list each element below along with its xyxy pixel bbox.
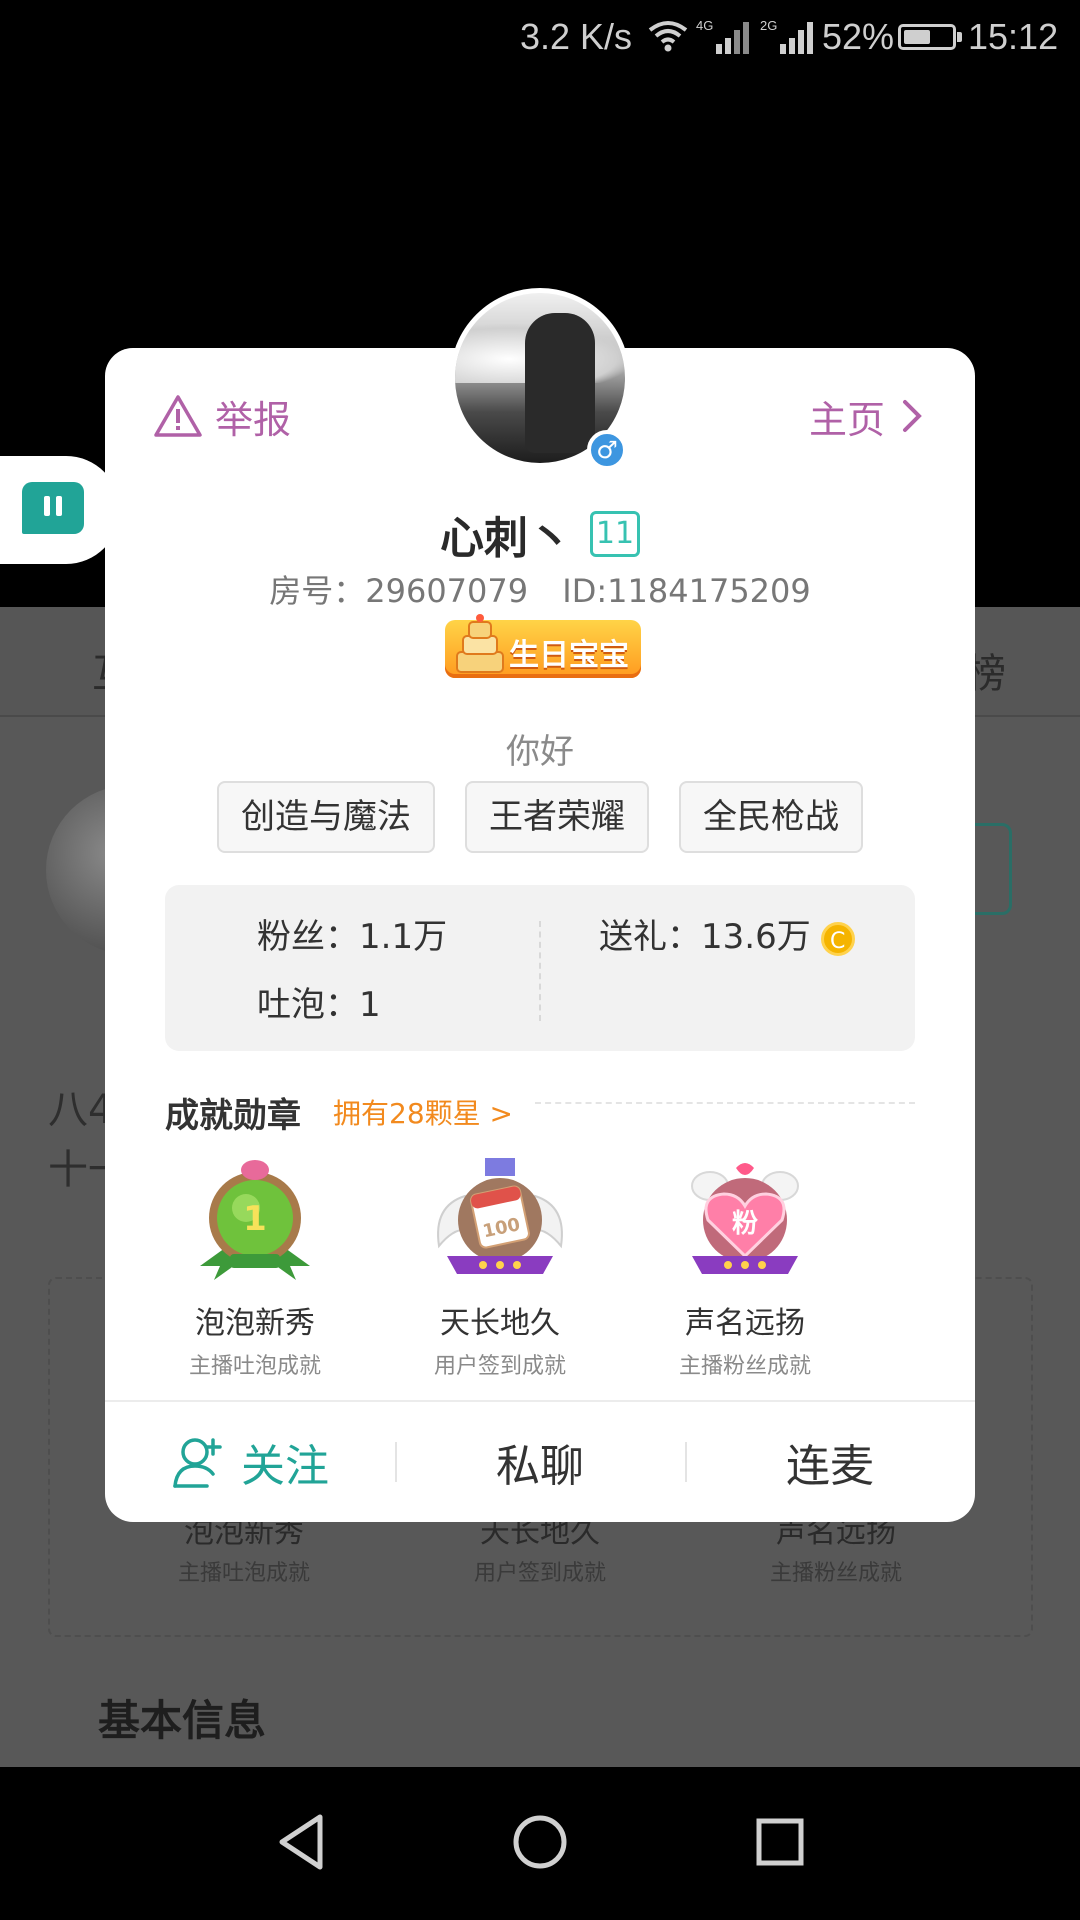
medal-title: 声名远扬	[685, 1306, 805, 1341]
background-medal-subtitle: 主播粉丝成就	[769, 1561, 902, 1586]
network-speed: 3.2 K/s	[520, 16, 633, 57]
svg-text:粉: 粉	[732, 1209, 758, 1239]
badge-text: 生日宝宝	[509, 638, 629, 673]
navigation-bar	[0, 1767, 1080, 1920]
signal-2g-icon: 2G	[760, 18, 813, 54]
achievement-medal[interactable]: 100 天长地久 用户签到成就	[380, 1156, 620, 1380]
user-name: 心刺丶	[440, 513, 572, 564]
medal-subtitle: 主播粉丝成就	[678, 1354, 811, 1379]
background-text: 八4	[48, 1087, 114, 1133]
private-message-button[interactable]: 私聊	[395, 1402, 685, 1522]
signal-4g-icon: 4G	[696, 18, 749, 54]
stats-panel: 粉丝：1.1万 吐泡：1 送礼：13.6万 C	[165, 885, 915, 1051]
achievements-title: 成就勋章	[165, 1096, 301, 1136]
stats-divider	[539, 921, 541, 1021]
wifi-icon	[648, 21, 688, 52]
medal-title: 泡泡新秀	[195, 1306, 315, 1341]
bubbles-count: 吐泡：1	[257, 985, 381, 1025]
homepage-button[interactable]: 主页	[809, 388, 927, 444]
medal-subtitle: 主播吐泡成就	[188, 1354, 321, 1379]
green-medal-icon: 1	[200, 1160, 310, 1280]
battery-percent: 52%	[822, 16, 895, 57]
medal-subtitle: 用户签到成就	[433, 1354, 566, 1379]
screen: 3.2 K/s 4G 2G 52% 15:12 互 榜	[0, 0, 1080, 1920]
user-id: ID:1184175209	[562, 572, 811, 610]
private-message-label: 私聊	[496, 1441, 584, 1492]
recents-icon[interactable]	[745, 1807, 815, 1877]
report-label: 举报	[215, 397, 292, 442]
status-bar: 3.2 K/s 4G 2G 52% 15:12	[0, 0, 1080, 75]
clock: 15:12	[968, 16, 1059, 57]
user-signature: 你好	[506, 732, 574, 772]
room-number: 房号：29607079	[269, 572, 529, 610]
action-bar: 关注 私聊 连麦	[105, 1402, 975, 1522]
game-tag[interactable]: 全民枪战	[679, 781, 863, 853]
follow-label: 关注	[241, 1441, 329, 1492]
game-tags: 创造与魔法 王者荣耀 全民枪战	[105, 781, 975, 853]
game-tag[interactable]: 王者荣耀	[465, 781, 649, 853]
achievements-stars-link[interactable]: 拥有28颗星 >	[333, 1092, 513, 1132]
report-button[interactable]: 举报	[153, 388, 291, 444]
background-medal-subtitle: 用户签到成就	[473, 1561, 606, 1586]
pink-heart-medal-icon: 粉	[691, 1163, 799, 1274]
battery-icon	[898, 24, 962, 50]
connect-mic-label: 连麦	[786, 1441, 874, 1492]
svg-text:4G: 4G	[696, 18, 713, 33]
add-user-icon	[173, 1438, 222, 1488]
fans-count: 粉丝：1.1万	[257, 917, 448, 957]
chat-bubble-icon	[22, 482, 84, 534]
homepage-label: 主页	[808, 397, 885, 442]
achievement-medal[interactable]: 1 泡泡新秀 主播吐泡成就	[135, 1156, 375, 1380]
birthday-badge: 生日宝宝	[445, 614, 641, 678]
user-level-badge: 11	[590, 511, 640, 557]
medal-title: 天长地久	[440, 1306, 560, 1341]
follow-button[interactable]: 关注	[105, 1402, 395, 1522]
name-row: 心刺丶 11	[105, 502, 975, 566]
background-medal-subtitle: 主播吐泡成就	[177, 1561, 310, 1586]
floating-chat-button[interactable]	[0, 456, 120, 564]
cake-icon	[456, 614, 504, 673]
connect-mic-button[interactable]: 连麦	[685, 1402, 975, 1522]
svg-text:1: 1	[243, 1199, 267, 1239]
male-gender-icon: ♂	[587, 430, 627, 470]
warning-icon	[154, 395, 202, 437]
calendar-wings-medal-icon: 100	[437, 1158, 563, 1274]
gifts-stat: 送礼：13.6万 C	[599, 909, 855, 958]
user-profile-card: 举报 主页 ♂ 心刺丶 11 房号：29607079 ID:1184175209	[105, 288, 975, 1522]
home-icon[interactable]	[505, 1807, 575, 1877]
chevron-right-icon	[903, 400, 922, 432]
section-divider	[535, 1102, 915, 1104]
back-icon[interactable]	[268, 1807, 338, 1877]
game-tag[interactable]: 创造与魔法	[217, 781, 435, 853]
svg-text:2G: 2G	[760, 18, 777, 33]
user-ids: 房号：29607079 ID:1184175209	[105, 566, 975, 612]
background-basic-info-heading: 基本信息	[98, 1696, 267, 1745]
gifts-count: 送礼：13.6万	[599, 917, 811, 957]
achievement-medal[interactable]: 粉 声名远扬 主播粉丝成就	[625, 1156, 865, 1380]
coin-icon: C	[820, 921, 855, 956]
